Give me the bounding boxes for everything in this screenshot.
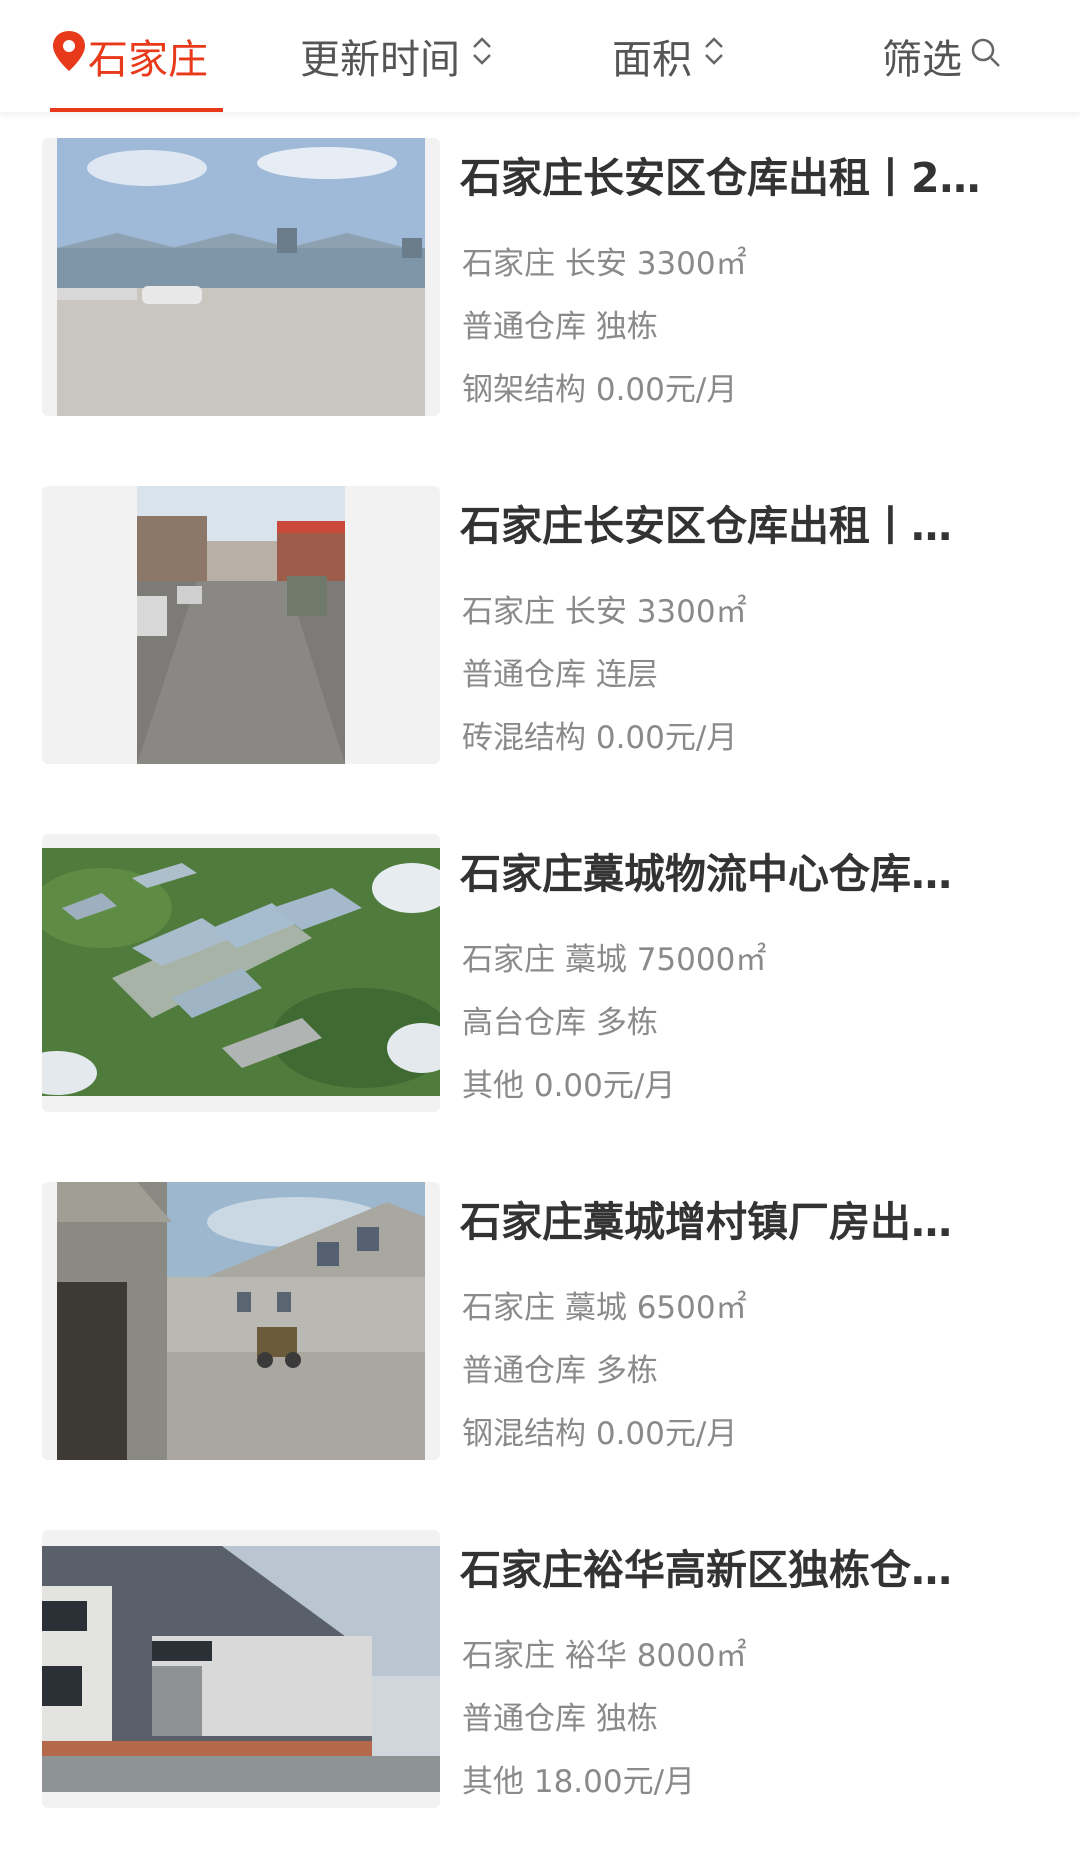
listing-photo	[42, 1530, 440, 1808]
list-item[interactable]: 石家庄藁城物流中心仓库… 石家庄 藁城 75000㎡ 高台仓库 多栋 其他 0.…	[0, 808, 1080, 1156]
listing-title: 石家庄藁城增村镇厂房出…	[460, 1198, 952, 1246]
listing-title: 石家庄长安区仓库出租丨2…	[460, 154, 981, 202]
tab-updated-label: 更新时间	[300, 37, 460, 83]
listing-location: 石家庄 长安 3300㎡	[462, 246, 747, 282]
search-icon	[970, 33, 1002, 79]
listing-location: 石家庄 裕华 8000㎡	[462, 1638, 747, 1674]
tab-city-label: 石家庄	[88, 37, 208, 83]
list-item[interactable]: 石家庄藁城增村镇厂房出… 石家庄 藁城 6500㎡ 普通仓库 多栋 钢混结构 0…	[0, 1156, 1080, 1504]
listing-structure-price: 砖混结构 0.00元/月	[462, 720, 738, 756]
tab-filter-label: 筛选	[882, 37, 962, 83]
listing-structure-price: 其他 18.00元/月	[462, 1764, 696, 1800]
tab-area[interactable]: 面积	[612, 0, 726, 112]
tab-city[interactable]: 石家庄	[50, 0, 223, 112]
listing-photo	[42, 486, 440, 764]
sort-updown-icon	[702, 33, 726, 79]
listing-structure-price: 钢架结构 0.00元/月	[462, 372, 738, 408]
tab-area-label: 面积	[612, 37, 692, 83]
tab-filter[interactable]: 筛选	[882, 0, 1002, 112]
listing-structure-price: 其他 0.00元/月	[462, 1068, 676, 1104]
list-item[interactable]: 石家庄裕华高新区独栋仓… 石家庄 裕华 8000㎡ 普通仓库 独栋 其他 18.…	[0, 1504, 1080, 1852]
listing-structure-price: 钢混结构 0.00元/月	[462, 1416, 738, 1452]
listing-location: 石家庄 长安 3300㎡	[462, 594, 747, 630]
listing-photo	[42, 1182, 440, 1460]
list-item[interactable]: 石家庄长安区仓库出租丨… 石家庄 长安 3300㎡ 普通仓库 连层 砖混结构 0…	[0, 460, 1080, 808]
active-tab-underline	[50, 108, 223, 112]
listing-location: 石家庄 藁城 75000㎡	[462, 942, 767, 978]
list-item[interactable]: 石家庄长安区仓库出租丨2… 石家庄 长安 3300㎡ 普通仓库 独栋 钢架结构 …	[0, 112, 1080, 460]
listing-location: 石家庄 藁城 6500㎡	[462, 1290, 747, 1326]
listing-type: 高台仓库 多栋	[462, 1005, 658, 1041]
listing-type: 普通仓库 独栋	[462, 1701, 658, 1737]
tab-updated-time[interactable]: 更新时间	[300, 0, 494, 112]
listing-type: 普通仓库 独栋	[462, 309, 658, 345]
sort-updown-icon	[470, 33, 494, 79]
listing-type: 普通仓库 连层	[462, 657, 658, 693]
location-pin-icon	[50, 29, 88, 83]
listing-title: 石家庄藁城物流中心仓库…	[460, 850, 952, 898]
listing-title: 石家庄长安区仓库出租丨…	[460, 502, 952, 550]
listing-photo	[42, 138, 440, 416]
filter-bar: 石家庄 更新时间 面积 筛选	[0, 0, 1080, 112]
listing-title: 石家庄裕华高新区独栋仓…	[460, 1546, 952, 1594]
listing-type: 普通仓库 多栋	[462, 1353, 658, 1389]
listing-photo	[42, 834, 440, 1112]
